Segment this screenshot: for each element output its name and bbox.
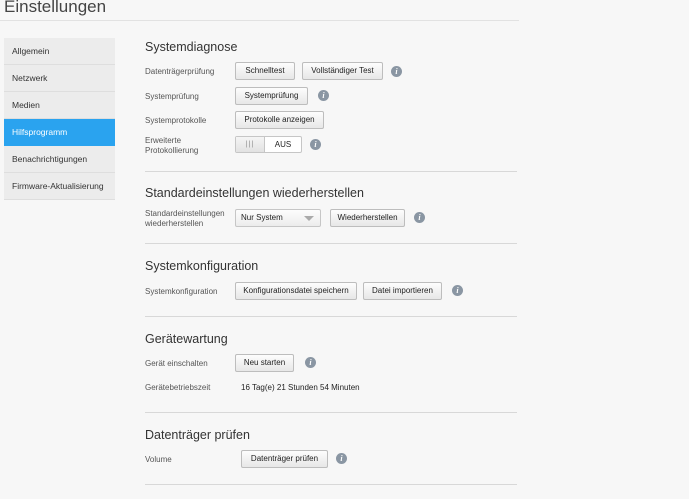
sidebar-item-hilfsprogramm[interactable]: Hilfsprogramm bbox=[4, 119, 115, 146]
sidebar: Allgemein Netzwerk Medien Hilfsprogramm … bbox=[4, 38, 115, 200]
uptime-label: Gerätebetriebszeit bbox=[145, 383, 211, 392]
extended-logging-label-line1: Erweiterte bbox=[145, 136, 182, 145]
sidebar-item-benachrichtigungen[interactable]: Benachrichtigungen bbox=[4, 146, 115, 173]
info-icon[interactable]: i bbox=[336, 453, 347, 464]
info-icon[interactable]: i bbox=[318, 90, 329, 101]
save-config-button[interactable]: Konfigurationsdatei speichern bbox=[235, 282, 357, 300]
disk-check-label: Datenträgerprüfung bbox=[145, 67, 215, 76]
info-icon[interactable]: i bbox=[391, 66, 402, 77]
full-test-button[interactable]: Vollständiger Test bbox=[302, 62, 383, 80]
import-file-button[interactable]: Datei importieren bbox=[363, 282, 442, 300]
toggle-knob[interactable]: ||| bbox=[236, 137, 265, 152]
system-logs-label: Systemprotokolle bbox=[145, 116, 207, 125]
system-check-button[interactable]: Systemprüfung bbox=[235, 87, 308, 105]
select-value: Nur System bbox=[241, 213, 283, 222]
title-divider bbox=[0, 20, 519, 21]
toggle-state-label: AUS bbox=[274, 140, 292, 149]
section-divider bbox=[145, 243, 517, 244]
section-divider bbox=[145, 171, 517, 172]
restore-label-line1: Standardeinstellungen bbox=[145, 209, 225, 218]
info-icon[interactable]: i bbox=[310, 139, 321, 150]
page-title: Einstellungen bbox=[4, 0, 107, 16]
section-divider bbox=[145, 412, 517, 413]
section-title-systemdiagnose: Systemdiagnose bbox=[145, 40, 238, 54]
sidebar-item-firmware[interactable]: Firmware-Aktualisierung bbox=[4, 173, 115, 200]
section-divider bbox=[145, 484, 517, 485]
section-title-maintenance: Gerätewartung bbox=[145, 332, 228, 346]
restore-label-line2: wiederherstellen bbox=[145, 219, 204, 228]
info-icon[interactable]: i bbox=[452, 285, 463, 296]
config-label: Systemkonfiguration bbox=[145, 287, 218, 296]
power-on-label: Gerät einschalten bbox=[145, 359, 208, 368]
extended-logging-label-line2: Protokollierung bbox=[145, 146, 199, 155]
extended-logging-toggle[interactable]: ||| AUS bbox=[235, 136, 302, 153]
view-logs-button[interactable]: Protokolle anzeigen bbox=[235, 111, 324, 129]
restore-scope-select[interactable]: Nur System bbox=[235, 209, 321, 227]
system-check-label: Systemprüfung bbox=[145, 92, 199, 101]
sidebar-item-allgemein[interactable]: Allgemein bbox=[4, 38, 115, 65]
quick-test-button[interactable]: Schnelltest bbox=[235, 62, 295, 80]
section-title-disk-check: Datenträger prüfen bbox=[145, 428, 250, 442]
info-icon[interactable]: i bbox=[305, 357, 316, 368]
sidebar-item-medien[interactable]: Medien bbox=[4, 92, 115, 119]
check-disk-button[interactable]: Datenträger prüfen bbox=[241, 450, 328, 468]
sidebar-item-netzwerk[interactable]: Netzwerk bbox=[4, 65, 115, 92]
info-icon[interactable]: i bbox=[414, 212, 425, 223]
restart-button[interactable]: Neu starten bbox=[235, 354, 294, 372]
section-title-config: Systemkonfiguration bbox=[145, 259, 259, 273]
section-title-restore: Standardeinstellungen wiederherstellen bbox=[145, 186, 364, 200]
restore-button[interactable]: Wiederherstellen bbox=[330, 209, 405, 227]
uptime-value: 16 Tag(e) 21 Stunden 54 Minuten bbox=[241, 383, 360, 392]
section-divider bbox=[145, 316, 517, 317]
chevron-down-icon bbox=[304, 216, 314, 221]
volume-label: Volume bbox=[145, 455, 172, 464]
